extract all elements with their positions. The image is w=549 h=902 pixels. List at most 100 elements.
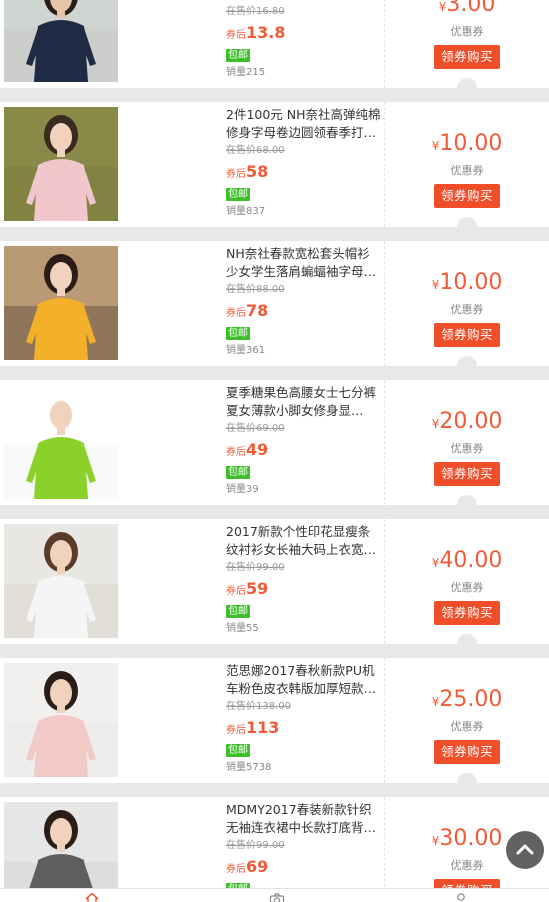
sales-prefix: 销量 (226, 345, 246, 356)
original-price-value: 68.00 (256, 145, 285, 156)
original-price-value: 16.80 (256, 6, 285, 17)
product-photo (4, 802, 118, 902)
product-card[interactable]: 夏季糖果色高腰女士七分裤夏女薄款小脚女修身显… 在售价69.00 券后49 包邮 销量3… (0, 380, 549, 529)
product-title[interactable]: 2件100元 NH奈社高弹纯棉修身字母卷边圆领春季打… (226, 106, 382, 142)
free-shipping-badge: 包邮 (226, 466, 250, 479)
product-title[interactable]: 夏季糖果色高腰女士七分裤夏女薄款小脚女修身显… (226, 384, 382, 420)
product-info: MDMY2017春装新款针织无袖连衣裙中长款打底背…在售价99.00券后69包邮… (226, 801, 382, 902)
coupon-amount: ¥10.00 (385, 131, 549, 156)
product-title[interactable]: NH奈社春款宽松套头帽衫少女学生落肩蝙蝠袖字母… (226, 245, 382, 281)
original-price: 在售价99.00 (226, 839, 382, 853)
coupon-amount: ¥25.00 (385, 687, 549, 712)
sales-value: 837 (246, 206, 266, 217)
product-title[interactable] (226, 0, 382, 3)
original-price-value: 138.00 (256, 701, 291, 712)
product-photo (4, 107, 118, 221)
product-title[interactable]: MDMY2017春装新款针织无袖连衣裙中长款打底背… (226, 801, 382, 837)
original-price: 在售价88.00 (226, 283, 382, 297)
product-card[interactable]: 2017新款个性印花显瘦条纹衬衫女长袖大码上衣宽… 在售价99.00 券后59 包邮销… (0, 519, 549, 668)
product-image[interactable] (4, 802, 118, 902)
user-icon[interactable] (453, 890, 469, 902)
after-coupon-value: 69 (246, 857, 269, 876)
after-coupon-prefix: 券后 (226, 308, 246, 319)
product-card[interactable]: 范思娜2017春秋新款PU机车粉色皮衣韩版加厚短款… 在售价138.00 券后113… (0, 658, 549, 807)
product-image[interactable] (4, 0, 118, 82)
coupon-label: 优惠券 (450, 720, 484, 733)
product-image[interactable] (4, 524, 118, 638)
coupon-panel: ¥20.00 优惠券领券购买 (385, 380, 549, 505)
coupon-amount: ¥40.00 (385, 548, 549, 573)
product-photo (4, 663, 118, 777)
sales-count: 销量55 (226, 622, 382, 636)
free-shipping-badge: 包邮 (226, 49, 250, 62)
coupon-panel: ¥25.00 优惠券领券购买 (385, 658, 549, 783)
product-image[interactable] (4, 385, 118, 499)
sales-prefix: 销量 (226, 206, 246, 217)
coupon-label: 优惠券 (450, 442, 484, 455)
product-photo (4, 385, 118, 499)
product-info: 夏季糖果色高腰女士七分裤夏女薄款小脚女修身显… 在售价69.00 券后49 包邮 销量3… (226, 384, 382, 497)
after-coupon-price: 券后58 (226, 162, 382, 182)
original-price: 在售价99.00 (226, 561, 382, 575)
product-card[interactable]: 在售价16.80 券后13.8 包邮 销量215 ¥3.00 优惠券 领券购买 (0, 0, 549, 112)
after-coupon-prefix: 券后 (226, 447, 246, 458)
after-coupon-value: 59 (246, 579, 269, 598)
product-photo (4, 524, 118, 638)
original-price: 在售价69.00 (226, 422, 382, 436)
product-image[interactable] (4, 663, 118, 777)
original-price-prefix: 在售价 (226, 284, 256, 295)
product-info: 范思娜2017春秋新款PU机车粉色皮衣韩版加厚短款… 在售价138.00 券后113… (226, 662, 382, 775)
product-card[interactable]: MDMY2017春装新款针织无袖连衣裙中长款打底背…在售价99.00券后69包邮… (0, 797, 549, 902)
sales-prefix: 销量 (226, 762, 246, 773)
after-coupon-prefix: 券后 (226, 864, 246, 875)
back-to-top-button[interactable] (506, 831, 544, 869)
claim-coupon-button[interactable]: 领券购买 (434, 45, 500, 69)
after-coupon-prefix: 券后 (226, 725, 246, 736)
original-price-value: 99.00 (256, 840, 285, 851)
product-image[interactable] (4, 107, 118, 221)
claim-coupon-button[interactable]: 领券购买 (434, 462, 500, 486)
claim-coupon-button[interactable]: 领券购买 (434, 323, 500, 347)
after-coupon-prefix: 券后 (226, 586, 246, 597)
product-list: 在售价16.80 券后13.8 包邮 销量215 ¥3.00 优惠券 领券购买 2件100元 … (0, 0, 549, 902)
original-price: 在售价16.80 (226, 5, 382, 19)
after-coupon-value: 13.8 (246, 23, 286, 42)
sales-prefix: 销量 (226, 67, 246, 78)
coupon-value: 10.00 (439, 270, 503, 295)
free-shipping-badge: 包邮 (226, 744, 250, 757)
after-coupon-price: 券后13.8 (226, 23, 382, 43)
bottom-nav-bar (0, 888, 549, 902)
product-info: 2件100元 NH奈社高弹纯棉修身字母卷边圆领春季打… 在售价68.00 券后58 包… (226, 106, 382, 219)
after-coupon-price: 券后69 (226, 857, 382, 877)
camera-icon[interactable] (269, 890, 285, 902)
product-image[interactable] (4, 246, 118, 360)
free-shipping-badge: 包邮 (226, 188, 250, 201)
original-price: 在售价68.00 (226, 144, 382, 158)
original-price-prefix: 在售价 (226, 145, 256, 156)
after-coupon-price: 券后78 (226, 301, 382, 321)
sales-value: 55 (246, 623, 259, 634)
product-card[interactable]: NH奈社春款宽松套头帽衫少女学生落肩蝙蝠袖字母… 在售价88.00 券后78 包邮销量… (0, 241, 549, 390)
claim-coupon-button[interactable]: 领券购买 (434, 184, 500, 208)
coupon-value: 10.00 (439, 131, 503, 156)
product-info: 在售价16.80 券后13.8 包邮 销量215 (226, 0, 382, 80)
coupon-value: 20.00 (439, 409, 503, 434)
product-title[interactable]: 2017新款个性印花显瘦条纹衬衫女长袖大码上衣宽… (226, 523, 382, 559)
coupon-panel: ¥10.00 优惠券 领券购买 (385, 102, 549, 227)
free-shipping-badge: 包邮 (226, 327, 250, 340)
product-photo (4, 0, 118, 82)
original-price-value: 88.00 (256, 284, 285, 295)
after-coupon-prefix: 券后 (226, 169, 246, 180)
claim-coupon-button[interactable]: 领券购买 (434, 740, 500, 764)
product-title[interactable]: 范思娜2017春秋新款PU机车粉色皮衣韩版加厚短款… (226, 662, 382, 698)
claim-coupon-button[interactable]: 领券购买 (434, 601, 500, 625)
home-icon[interactable] (84, 890, 100, 902)
coupon-amount: ¥20.00 (385, 409, 549, 434)
original-price-prefix: 在售价 (226, 423, 256, 434)
coupon-value: 25.00 (439, 687, 503, 712)
product-card[interactable]: 2件100元 NH奈社高弹纯棉修身字母卷边圆领春季打… 在售价68.00 券后58 包… (0, 102, 549, 251)
coupon-label: 优惠券 (450, 25, 484, 38)
after-coupon-value: 49 (246, 440, 269, 459)
sales-prefix: 销量 (226, 484, 246, 495)
original-price-prefix: 在售价 (226, 840, 256, 851)
